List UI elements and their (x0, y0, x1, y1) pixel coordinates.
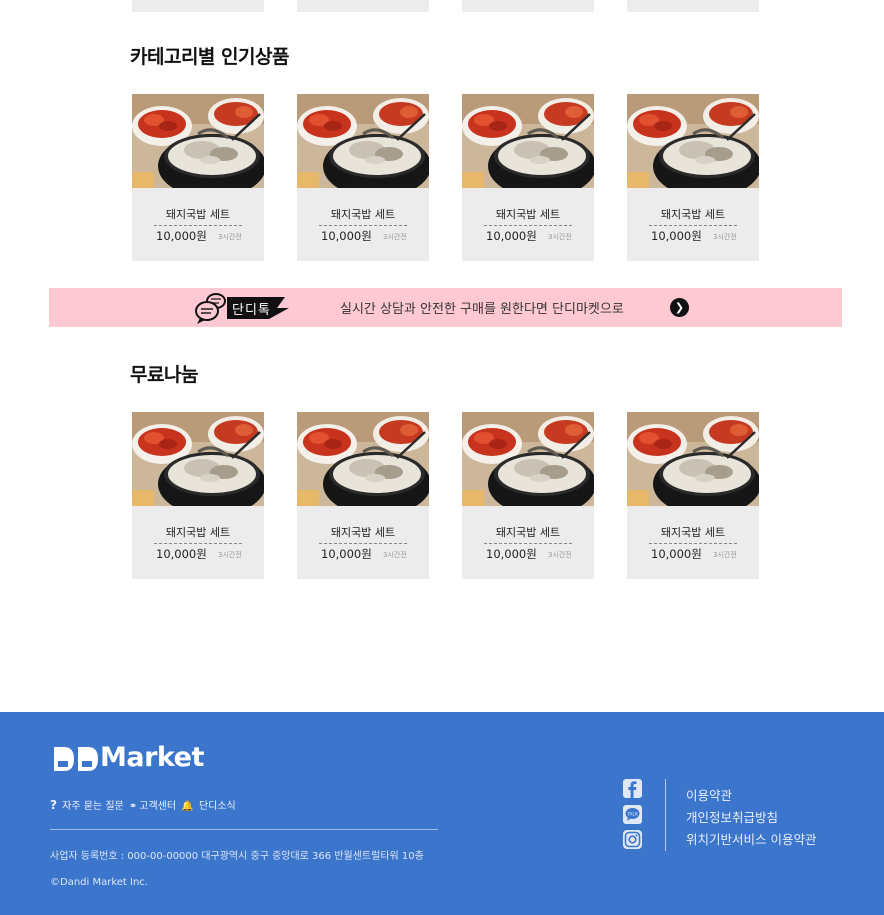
product-name: 돼지국밥 세트 (319, 524, 407, 544)
arrow-right-circle-icon[interactable]: ❯ (670, 298, 689, 317)
privacy-policy-link[interactable]: 개인정보취급방침 (686, 807, 778, 826)
bell-icon: 🔔 (181, 801, 194, 812)
dandi-talk-banner[interactable]: 단디톡 실시간 상담과 안전한 구매를 원한다면 단디마켓으로 ❯ (49, 288, 842, 327)
product-time: 3시간전 (383, 233, 407, 241)
product-image[interactable] (627, 412, 759, 506)
pork-soup-image (132, 94, 264, 188)
copyright: ©Dandi Market Inc. (50, 877, 148, 888)
svg-text:TALK: TALK (626, 812, 639, 818)
product-price: 10,000원 (156, 547, 207, 561)
product-image[interactable] (297, 94, 429, 188)
product-price: 10,000원 (486, 229, 537, 243)
talk-label: 단디톡 (232, 303, 271, 318)
product-image[interactable] (462, 94, 594, 188)
product-price: 10,000원 (651, 229, 702, 243)
logo-text[interactable]: Market (100, 742, 204, 773)
chat-bubbles-icon (195, 293, 226, 324)
product-image[interactable] (462, 412, 594, 506)
product-image[interactable] (132, 412, 264, 506)
product-time: 3시간전 (548, 551, 572, 559)
product-card[interactable]: 돼지국밥 세트 10,000원 3시간전 (462, 412, 594, 579)
dandi-news-link[interactable]: 단디소식 (199, 801, 236, 812)
product-name: 돼지국밥 세트 (649, 206, 737, 226)
product-image[interactable] (627, 94, 759, 188)
product-name: 돼지국밥 세트 (484, 524, 572, 544)
product-card[interactable]: 돼지국밥 세트 10,000원 3시간전 (627, 94, 759, 261)
section-title-popular: 카테고리별 인기상품 (130, 46, 289, 68)
product-time: 3시간전 (713, 551, 737, 559)
product-time: 3시간전 (218, 233, 242, 241)
product-card-partial[interactable] (627, 0, 759, 12)
product-time: 3시간전 (383, 551, 407, 559)
product-image[interactable] (297, 412, 429, 506)
facebook-icon[interactable] (623, 779, 642, 798)
product-price: 10,000원 (321, 229, 372, 243)
product-image[interactable] (132, 94, 264, 188)
pork-soup-image (462, 94, 594, 188)
product-card-partial[interactable] (297, 0, 429, 12)
product-card-partial[interactable] (132, 0, 264, 12)
footer-divider (50, 829, 438, 830)
quick-links: ? 자주 묻는 질문 ⚭ 고객센터 🔔 단디소식 (50, 797, 238, 812)
product-card[interactable]: 돼지국밥 세트 10,000원 3시간전 (297, 412, 429, 579)
banner-text: 실시간 상담과 안전한 구매를 원한다면 단디마켓으로 (340, 302, 624, 317)
product-name: 돼지국밥 세트 (649, 524, 737, 544)
pork-soup-image (297, 412, 429, 506)
pork-soup-image (132, 412, 264, 506)
faq-link[interactable]: 자주 묻는 질문 (62, 801, 124, 812)
product-card[interactable]: 돼지국밥 세트 10,000원 3시간전 (462, 94, 594, 261)
product-name: 돼지국밥 세트 (484, 206, 572, 226)
pork-soup-image (627, 412, 759, 506)
section-title-free: 무료나눔 (130, 364, 198, 386)
headset-icon: ⚭ (128, 801, 138, 812)
product-time: 3시간전 (218, 551, 242, 559)
pork-soup-image (462, 412, 594, 506)
footer: Market ? 자주 묻는 질문 ⚭ 고객센터 🔔 단디소식 사업자 등록번호 … (0, 712, 884, 915)
talk-icon[interactable]: TALK (623, 805, 642, 824)
product-price: 10,000원 (486, 547, 537, 561)
product-price: 10,000원 (156, 229, 207, 243)
product-name: 돼지국밥 세트 (319, 206, 407, 226)
product-price: 10,000원 (651, 547, 702, 561)
instagram-icon[interactable] (623, 830, 642, 849)
question-icon: ? (50, 798, 57, 812)
product-card[interactable]: 돼지국밥 세트 10,000원 3시간전 (297, 94, 429, 261)
location-terms-link[interactable]: 위치기반서비스 이용약관 (686, 829, 816, 848)
product-card[interactable]: 돼지국밥 세트 10,000원 3시간전 (627, 412, 759, 579)
ddmarket-logo-mark[interactable] (52, 745, 102, 773)
footer-vertical-divider (665, 779, 666, 851)
product-name: 돼지국밥 세트 (154, 206, 242, 226)
product-time: 3시간전 (713, 233, 737, 241)
terms-link[interactable]: 이용약관 (686, 785, 732, 804)
previous-product-row (0, 0, 884, 12)
customer-center-link[interactable]: 고객센터 (139, 801, 176, 812)
pork-soup-image (627, 94, 759, 188)
pork-soup-image (297, 94, 429, 188)
product-price: 10,000원 (321, 547, 372, 561)
product-card[interactable]: 돼지국밥 세트 10,000원 3시간전 (132, 94, 264, 261)
product-time: 3시간전 (548, 233, 572, 241)
product-card[interactable]: 돼지국밥 세트 10,000원 3시간전 (132, 412, 264, 579)
product-card-partial[interactable] (462, 0, 594, 12)
product-name: 돼지국밥 세트 (154, 524, 242, 544)
business-address: 사업자 등록번호 : 000-00-00000 대구광역시 중구 중앙대로 36… (50, 851, 424, 862)
